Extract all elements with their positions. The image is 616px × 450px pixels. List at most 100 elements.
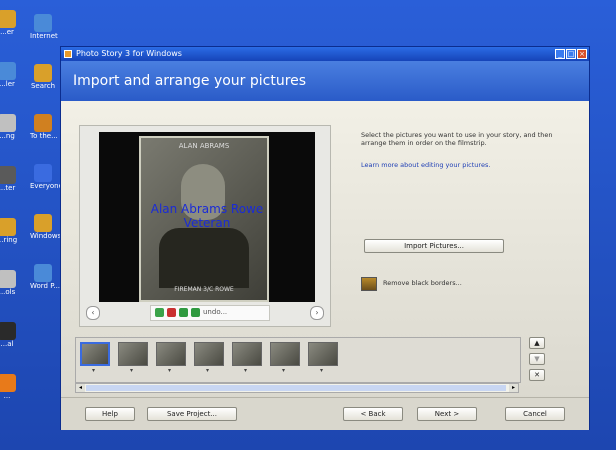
- desktop-shortcut-label: To the...: [30, 132, 58, 140]
- save-project-button[interactable]: Save Project...: [147, 407, 237, 421]
- maximize-button[interactable]: □: [566, 49, 576, 59]
- desktop-shortcut-label: Everyone: [30, 182, 63, 190]
- transition-marker-icon[interactable]: ▾: [130, 368, 136, 374]
- desktop-shortcut-label: ...: [3, 392, 11, 400]
- desktop-shortcut-icon: [0, 374, 16, 392]
- desktop-shortcut-label: Internet: [30, 32, 58, 40]
- desktop-shortcut-label: Search: [30, 82, 56, 90]
- desktop-shortcut-label: Windows Movie M...: [30, 232, 99, 240]
- filmstrip-thumbnail[interactable]: [194, 342, 224, 366]
- desktop-shortcut-icon: [0, 218, 16, 236]
- edit-button[interactable]: undo...: [203, 308, 227, 317]
- delete-icon[interactable]: ✕: [529, 369, 545, 381]
- preview-screen: ALAN ABRAMS FIREMAN 3/C ROWE Alan Abrams…: [99, 132, 315, 302]
- desktop-shortcut-icon: [34, 214, 52, 232]
- desktop-shortcut-icon: [0, 270, 16, 288]
- desktop-shortcut-icon: [34, 114, 52, 132]
- filmstrip-thumbnail[interactable]: [232, 342, 262, 366]
- cancel-button[interactable]: Cancel: [505, 407, 565, 421]
- wizard-header: Import and arrange your pictures: [61, 61, 589, 101]
- page-title: Import and arrange your pictures: [73, 73, 307, 89]
- red-eye-icon[interactable]: [167, 308, 176, 317]
- filmstrip-thumbnail[interactable]: [118, 342, 148, 366]
- transition-marker-icon[interactable]: ▾: [244, 368, 250, 374]
- desktop-shortcut[interactable]: ...ter: [0, 166, 20, 193]
- next-arrow-icon[interactable]: ›: [310, 306, 324, 320]
- move-right-icon[interactable]: ▼: [529, 353, 545, 365]
- desktop-shortcut-label: ...ols: [0, 288, 16, 296]
- transition-marker-icon[interactable]: ▾: [282, 368, 288, 374]
- transition-marker-icon[interactable]: ▾: [168, 368, 174, 374]
- photo-uniform: [159, 228, 249, 288]
- close-button[interactable]: ×: [577, 49, 587, 59]
- desktop-shortcut[interactable]: Word P...: [30, 264, 61, 291]
- transition-marker-icon[interactable]: ▾: [320, 368, 326, 374]
- next-button[interactable]: Next >: [417, 407, 477, 421]
- filmstrip-thumbnail[interactable]: [270, 342, 300, 366]
- instructions-text: Select the pictures you want to use in y…: [361, 131, 553, 147]
- transition-marker-icon[interactable]: ▾: [206, 368, 212, 374]
- photo-story-window: Photo Story 3 for Windows _ □ × Import a…: [60, 46, 590, 430]
- desktop-shortcut[interactable]: Internet: [30, 14, 58, 41]
- move-left-icon[interactable]: ▲: [529, 337, 545, 349]
- prev-arrow-icon[interactable]: ‹: [86, 306, 100, 320]
- edit-toolbar: undo...: [150, 305, 270, 321]
- filmstrip-thumbnail[interactable]: [80, 342, 110, 366]
- window-title: Photo Story 3 for Windows: [76, 49, 182, 58]
- filmstrip-thumbnail[interactable]: [156, 342, 186, 366]
- desktop-shortcut[interactable]: ...: [0, 374, 20, 401]
- desktop-shortcut-icon: [0, 114, 16, 132]
- desktop-shortcut[interactable]: Search: [30, 64, 56, 91]
- photo-bottom-caption: FIREMAN 3/C ROWE: [174, 286, 234, 293]
- title-bar[interactable]: Photo Story 3 for Windows _ □ ×: [61, 47, 589, 61]
- rotate-left-icon[interactable]: [179, 308, 188, 317]
- desktop-shortcut-icon: [34, 164, 52, 182]
- filmstrip-thumbnail[interactable]: [308, 342, 338, 366]
- scroll-left-icon[interactable]: ◂: [76, 384, 85, 392]
- desktop-shortcut-label: ...ler: [0, 80, 15, 88]
- desktop-shortcut[interactable]: Windows Movie M...: [30, 214, 99, 241]
- desktop-shortcut-icon: [34, 264, 52, 282]
- desktop-shortcut-icon: [0, 10, 16, 28]
- remove-borders-label: Remove black borders...: [383, 279, 462, 287]
- desktop-shortcut-icon: [34, 14, 52, 32]
- desktop-shortcut[interactable]: ...ring: [0, 218, 20, 245]
- scroll-thumb[interactable]: [86, 385, 506, 391]
- desktop-shortcut-label: Word P...: [30, 282, 61, 290]
- transition-marker-icon[interactable]: ▾: [92, 368, 98, 374]
- filmstrip-scrollbar[interactable]: ◂ ▸: [75, 383, 519, 393]
- desktop-shortcut-icon: [0, 62, 16, 80]
- desktop-shortcut-label: ...ng: [0, 132, 15, 140]
- desktop-shortcut-icon: [0, 166, 16, 184]
- scroll-right-icon[interactable]: ▸: [509, 384, 518, 392]
- desktop-shortcut[interactable]: ...ng: [0, 114, 20, 141]
- learn-more-link[interactable]: Learn more about editing your pictures.: [361, 161, 490, 169]
- desktop-shortcut-label: ...er: [0, 28, 14, 36]
- wizard-body: ALAN ABRAMS FIREMAN 3/C ROWE Alan Abrams…: [61, 101, 589, 430]
- desktop-shortcut[interactable]: To the...: [30, 114, 58, 141]
- desktop-shortcut-icon: [34, 64, 52, 82]
- photo-top-caption: ALAN ABRAMS: [178, 142, 230, 150]
- overlay-line-2: Veteran: [183, 216, 231, 230]
- overlay-line-1: Alan Abrams Rowe: [150, 202, 264, 216]
- remove-borders-icon: [361, 277, 377, 291]
- rotate-right-icon[interactable]: [191, 308, 200, 317]
- desktop-shortcut[interactable]: ...ols: [0, 270, 20, 297]
- title-overlay: Alan Abrams Rowe Veteran: [119, 202, 295, 230]
- desktop-shortcut[interactable]: ...er: [0, 10, 20, 37]
- back-button[interactable]: < Back: [343, 407, 403, 421]
- help-button[interactable]: Help: [85, 407, 135, 421]
- desktop-shortcut[interactable]: ...al: [0, 322, 20, 349]
- desktop-shortcut[interactable]: ...ler: [0, 62, 20, 89]
- app-icon: [64, 50, 72, 58]
- import-pictures-button[interactable]: Import Pictures...: [364, 239, 504, 253]
- picture-preview-panel: ALAN ABRAMS FIREMAN 3/C ROWE Alan Abrams…: [79, 125, 331, 327]
- desktop-shortcut-label: ...ter: [0, 184, 16, 192]
- desktop-shortcut[interactable]: Everyone: [30, 164, 63, 191]
- desktop-shortcut-icon: [0, 322, 16, 340]
- desktop-shortcut-label: ...al: [0, 340, 14, 348]
- minimize-button[interactable]: _: [555, 49, 565, 59]
- filmstrip: ▾ ▾ ▾ ▾ ▾ ▾ ▾: [75, 337, 521, 383]
- levels-icon[interactable]: [155, 308, 164, 317]
- wizard-footer: Help Save Project... < Back Next > Cance…: [61, 397, 589, 430]
